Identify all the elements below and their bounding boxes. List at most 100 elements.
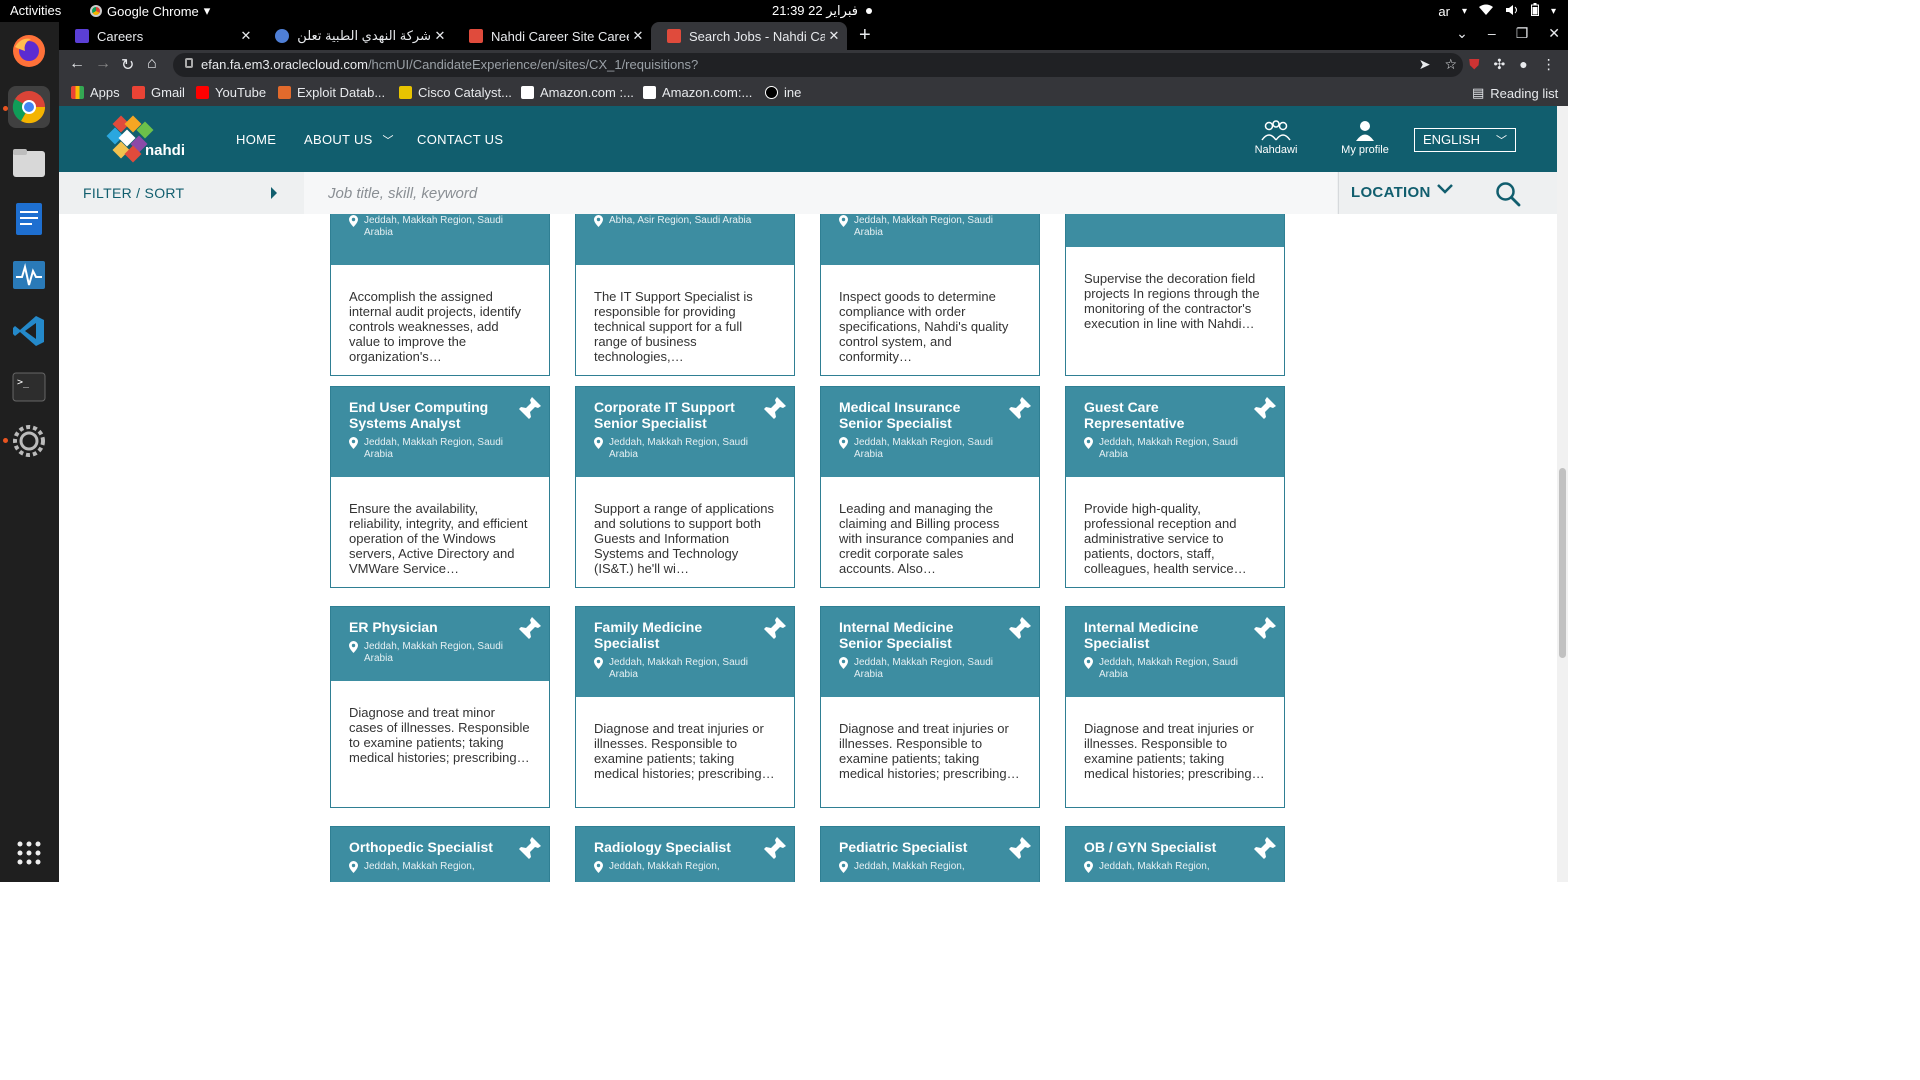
tab-careers[interactable]: Careers ✕ xyxy=(59,22,259,50)
settings-launcher[interactable] xyxy=(8,420,50,462)
job-title[interactable]: Pediatric Specialist xyxy=(839,839,999,855)
send-icon[interactable]: ➤ xyxy=(1419,56,1431,73)
nav-home[interactable]: HOME xyxy=(236,132,276,147)
job-title[interactable]: Family Medicine Specialist xyxy=(594,619,754,651)
job-card[interactable]: Corporate IT Support Senior Specialist Je… xyxy=(575,386,795,588)
forward-icon[interactable]: → xyxy=(95,55,111,73)
close-tab-icon[interactable]: ✕ xyxy=(237,28,255,44)
job-title[interactable]: Orthopedic Specialist xyxy=(349,839,509,855)
close-tab-icon[interactable]: ✕ xyxy=(431,28,449,44)
bookmark-exploit-db[interactable]: Exploit Datab... xyxy=(278,85,385,100)
pin-job-icon[interactable] xyxy=(1250,835,1278,863)
search-icon[interactable] xyxy=(1495,181,1521,207)
pin-job-icon[interactable] xyxy=(1250,615,1278,643)
job-card[interactable]: End User Computing Systems Analyst Jeddah… xyxy=(330,386,550,588)
job-card[interactable]: Internal Medicine Specialist Jeddah, Makk… xyxy=(1065,606,1285,808)
my-profile-link[interactable]: My profile xyxy=(1335,120,1395,156)
profile-avatar-icon[interactable]: ● xyxy=(1519,56,1527,73)
terminal-launcher[interactable]: >_ xyxy=(8,366,50,408)
minimize-icon[interactable]: – xyxy=(1488,25,1496,42)
pin-job-icon[interactable] xyxy=(1250,395,1278,423)
input-locale[interactable]: ar xyxy=(1438,4,1450,19)
job-title[interactable]: Radiology Specialist xyxy=(594,839,754,855)
app-menu[interactable]: Google Chrome ▾ xyxy=(90,3,210,19)
job-title[interactable]: Corporate IT Support Senior Specialist xyxy=(594,399,754,431)
ublock-extension-icon[interactable]: ⛊ xyxy=(1469,56,1480,73)
tab-nahdi-news[interactable]: شركة النهدي الطبية تعلن بدء ✕ xyxy=(259,22,453,50)
reload-icon[interactable]: ↻ xyxy=(121,55,134,75)
job-card[interactable]: Guest Care Representative Jeddah, Makkah … xyxy=(1065,386,1285,588)
scrollbar-thumb[interactable] xyxy=(1559,468,1566,658)
activities-button[interactable]: Activities xyxy=(10,3,61,18)
nav-contact-us[interactable]: CONTACT US xyxy=(417,132,503,147)
job-title[interactable]: Medical Insurance Senior Specialist xyxy=(839,399,999,431)
address-bar[interactable]: efan.fa.em3.oraclecloud.com/hcmUI/Candid… xyxy=(173,53,1463,77)
job-card[interactable]: Family Medicine Specialist Jeddah, Makkah… xyxy=(575,606,795,808)
clock[interactable]: فبراير 22 21:39 xyxy=(772,3,858,19)
job-title[interactable]: Internal Medicine Specialist xyxy=(1084,619,1244,651)
url-text[interactable]: efan.fa.em3.oraclecloud.com/hcmUI/Candid… xyxy=(201,57,698,72)
job-card[interactable]: Support SpecialistAbha, Asir Region, Sau… xyxy=(575,214,795,376)
pin-job-icon[interactable] xyxy=(515,615,543,643)
pin-job-icon[interactable] xyxy=(1005,615,1033,643)
job-title[interactable]: Internal Medicine Senior Specialist xyxy=(839,619,999,651)
filter-sort-toggle[interactable]: FILTER / SORT xyxy=(59,172,303,214)
close-window-icon[interactable]: ✕ xyxy=(1548,25,1560,42)
document-viewer-launcher[interactable] xyxy=(8,198,50,240)
job-card[interactable]: Medical Insurance Senior Specialist Jedda… xyxy=(820,386,1040,588)
close-tab-icon[interactable]: ✕ xyxy=(825,28,843,44)
pin-job-icon[interactable] xyxy=(515,835,543,863)
tab-search-jobs[interactable]: Search Jobs - Nahdi Careers ✕ xyxy=(651,22,847,50)
job-card[interactable]: ManagerJeddah, Makkah Region, Saudi Arab… xyxy=(330,214,550,376)
job-title[interactable]: ER Physician xyxy=(349,619,509,635)
vscode-launcher[interactable] xyxy=(8,310,50,352)
bookmark-amazon-1[interactable]: Amazon.com :... xyxy=(521,85,634,100)
job-card[interactable]: OB / GYN Specialist Jeddah, Makkah Region… xyxy=(1065,826,1285,882)
firefox-launcher[interactable] xyxy=(8,30,50,72)
extensions-puzzle-icon[interactable]: ✣ xyxy=(1494,56,1506,73)
back-icon[interactable]: ← xyxy=(69,55,85,73)
menu-kebab-icon[interactable]: ⋮ xyxy=(1542,56,1556,73)
maximize-icon[interactable]: ❐ xyxy=(1516,25,1529,42)
chrome-launcher[interactable] xyxy=(8,86,50,128)
bookmark-ine[interactable]: ine xyxy=(765,85,801,100)
pin-job-icon[interactable] xyxy=(1005,835,1033,863)
bookmark-youtube[interactable]: YouTube xyxy=(196,85,266,100)
tab-search-icon[interactable]: ⌄ xyxy=(1456,25,1468,42)
reading-list-button[interactable]: ▤ Reading list xyxy=(1472,85,1558,101)
system-tray[interactable]: ar ▾ ▾ xyxy=(1438,3,1556,19)
job-card[interactable]: Radiology Specialist Jeddah, Makkah Regio… xyxy=(575,826,795,882)
nahdi-logo[interactable]: nahdi xyxy=(105,114,185,166)
pin-job-icon[interactable] xyxy=(760,615,788,643)
job-title[interactable]: OB / GYN Specialist xyxy=(1084,839,1244,855)
bookmark-gmail[interactable]: Gmail xyxy=(132,85,185,100)
job-card[interactable]: Orthopedic Specialist Jeddah, Makkah Regi… xyxy=(330,826,550,882)
job-card[interactable]: Abha, Asir Region, Saudi Arabia Supervise… xyxy=(1065,214,1285,376)
bookmark-apps[interactable]: Apps xyxy=(71,85,120,100)
files-launcher[interactable] xyxy=(8,142,50,184)
job-card[interactable]: Pediatric Specialist Jeddah, Makkah Regio… xyxy=(820,826,1040,882)
job-card[interactable]: Internal Medicine Senior Specialist Jedda… xyxy=(820,606,1040,808)
job-card[interactable]: ER Physician Jeddah, Makkah Region, Saudi… xyxy=(330,606,550,808)
job-title[interactable]: End User Computing Systems Analyst xyxy=(349,399,509,431)
language-select[interactable]: ENGLISH ﹀ xyxy=(1414,128,1516,152)
pin-job-icon[interactable] xyxy=(760,395,788,423)
show-applications-button[interactable] xyxy=(8,832,50,874)
page-scrollbar[interactable] xyxy=(1557,106,1568,882)
bookmark-star-icon[interactable]: ☆ xyxy=(1444,56,1457,73)
system-monitor-launcher[interactable] xyxy=(8,254,50,296)
pin-job-icon[interactable] xyxy=(515,395,543,423)
keyword-search-input[interactable] xyxy=(304,172,1337,214)
nav-about-us[interactable]: ABOUT US ﹀ xyxy=(304,132,394,148)
location-dropdown[interactable]: LOCATION xyxy=(1338,172,1478,214)
new-tab-button[interactable]: + xyxy=(859,24,871,47)
job-card[interactable]: InspectorJeddah, Makkah Region, Saudi Ar… xyxy=(820,214,1040,376)
nahdawi-link[interactable]: Nahdawi xyxy=(1246,120,1306,156)
close-tab-icon[interactable]: ✕ xyxy=(629,28,647,44)
job-title[interactable]: Guest Care Representative xyxy=(1084,399,1244,431)
lock-icon[interactable] xyxy=(185,58,193,68)
bookmark-amazon-2[interactable]: Amazon.com:... xyxy=(643,85,752,100)
home-icon[interactable]: ⌂ xyxy=(147,55,157,73)
pin-job-icon[interactable] xyxy=(1005,395,1033,423)
pin-job-icon[interactable] xyxy=(760,835,788,863)
